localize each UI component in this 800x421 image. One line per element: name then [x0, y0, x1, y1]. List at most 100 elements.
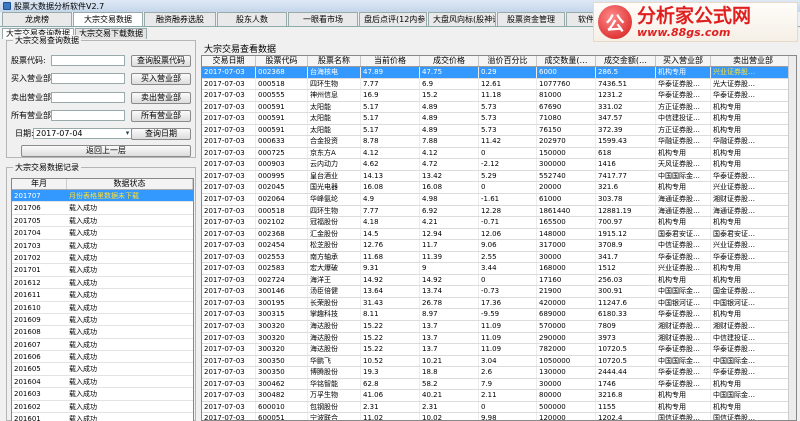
grid-cell-code: 300350: [256, 355, 308, 367]
log-row[interactable]: 201611 载入成功: [12, 289, 193, 302]
grid-cell-buy-dept: 湘财证券股…: [656, 321, 711, 332]
table-row[interactable]: 2017-07-03 002553 南方轴承 11.68 11.39 2.55 30000 3…: [202, 251, 796, 264]
grid-header-premium[interactable]: 溢价百分比: [479, 56, 537, 66]
grid-header-deal-price[interactable]: 成交价格: [420, 56, 479, 66]
grid-cell-sell-dept: 华泰证券股…: [711, 367, 796, 378]
tab-after-market[interactable]: 盘后点评(12内参): [359, 12, 427, 26]
table-row[interactable]: 2017-07-03 000591 太阳能 5.17 4.89 5.73 76150 372.…: [202, 124, 796, 137]
log-header-status[interactable]: 数据状态: [67, 179, 193, 189]
buy-input[interactable]: [51, 73, 125, 84]
table-row[interactable]: 2017-07-03 300320 海达股份 15.22 13.7 11.09 290000…: [202, 332, 796, 345]
grid-header-date[interactable]: 交易日期: [202, 56, 256, 66]
code-label: 股票代码:: [11, 56, 46, 65]
log-row[interactable]: 201702 载入成功: [12, 252, 193, 265]
code-input[interactable]: [51, 55, 125, 66]
log-row[interactable]: 201707 月份表格里数据未下载: [12, 190, 193, 203]
table-row[interactable]: 2017-07-03 300146 汤臣倍健 13.64 13.74 -0.73 21900…: [202, 286, 796, 298]
back-button[interactable]: 返回上一层: [21, 145, 191, 157]
grid-header-amount[interactable]: 成交金额(…: [596, 56, 656, 66]
table-row[interactable]: 2017-07-03 000518 四环生物 7.77 6.9 12.61 1077760 7…: [202, 78, 796, 91]
log-row[interactable]: 201703 载入成功: [12, 240, 193, 252]
log-row[interactable]: 201612 载入成功: [12, 277, 193, 290]
table-row[interactable]: 2017-07-03 300462 华铭智能 62.8 58.2 7.9 30000 1746…: [202, 378, 796, 391]
log-row[interactable]: 201705 载入成功: [12, 215, 193, 228]
date-picker[interactable]: 2017-07-04 ▾: [33, 128, 133, 139]
all-dept-button[interactable]: 所有营业部: [131, 110, 191, 122]
grid-cell-sell-dept: 兴业证券股…: [711, 240, 796, 251]
date-label: 日期:: [15, 129, 34, 138]
grid-header-buy-dept[interactable]: 买入营业部: [656, 56, 711, 66]
table-row[interactable]: 2017-07-03 000591 太阳能 5.17 4.89 5.73 71080 347.…: [202, 113, 796, 125]
buy-dept-button[interactable]: 买入营业部: [131, 73, 191, 85]
sell-dept-button[interactable]: 卖出营业部: [131, 92, 191, 104]
grid-header-current-price[interactable]: 当前价格: [361, 56, 420, 66]
tab-market-overview[interactable]: 一眼看市场: [288, 12, 358, 26]
table-row[interactable]: 2017-07-03 000725 京东方A 4.12 4.12 0 150000 618 机构…: [202, 147, 796, 160]
grid-cell-premium: 0: [479, 274, 537, 286]
table-row[interactable]: 2017-07-03 300482 万孚生物 41.06 40.21 2.11 80000 3…: [202, 390, 796, 402]
log-row[interactable]: 201602 载入成功: [12, 401, 193, 414]
table-row[interactable]: 2017-07-03 300195 长荣股份 31.43 26.78 17.36 42000…: [202, 297, 796, 310]
table-row[interactable]: 2017-07-03 000995 皇台酒业 14.13 13.42 5.29 552740…: [202, 170, 796, 183]
query-date-button[interactable]: 查询日期: [131, 128, 191, 140]
table-row[interactable]: 2017-07-03 000633 合金投资 8.78 7.88 11.42 202970 1…: [202, 136, 796, 148]
grid-cell-amount: 10720.5: [596, 344, 656, 355]
log-row[interactable]: 201604 载入成功: [12, 376, 193, 389]
log-row[interactable]: 201606 载入成功: [12, 351, 193, 364]
table-row[interactable]: 2017-07-03 300320 海达股份 15.22 13.7 11.09 570000…: [202, 321, 796, 333]
table-row[interactable]: 2017-07-03 002064 华峰氨纶 4.9 4.98 -1.61 61000 303…: [202, 194, 796, 206]
tab-shareholders[interactable]: 股东人数: [217, 12, 287, 26]
query-code-button[interactable]: 查询股票代码: [131, 55, 191, 67]
grid-header-code[interactable]: 股票代码: [256, 56, 308, 66]
grid-header-volume[interactable]: 成交数量(…: [537, 56, 596, 66]
log-row[interactable]: 201610 载入成功: [12, 302, 193, 314]
tab-block-trade[interactable]: 大宗交易数据: [73, 12, 143, 26]
log-row[interactable]: 201608 载入成功: [12, 326, 193, 339]
grid-cell-sell-dept: 机构专用: [711, 113, 796, 124]
tab-margin-trading[interactable]: 融资融券选股: [144, 12, 216, 26]
table-row[interactable]: 2017-07-03 300320 海达股份 15.22 13.7 11.09 782000…: [202, 344, 796, 356]
window-title: 股票大数据分析软件V2.7: [14, 1, 105, 11]
table-row[interactable]: 2017-07-03 002368 台海核电 47.89 47.75 0.29 6000 28…: [202, 67, 796, 79]
table-row[interactable]: 2017-07-03 600010 包钢股份 2.31 2.31 0 500000 1155 机…: [202, 401, 796, 414]
table-row[interactable]: 2017-07-03 000903 云内动力 4.62 4.72 -2.12 300000 1…: [202, 159, 796, 171]
log-row[interactable]: 201704 载入成功: [12, 227, 193, 240]
table-row[interactable]: 2017-07-03 000591 太阳能 5.17 4.89 5.73 67690 331.…: [202, 101, 796, 114]
grid-cell-current-price: 4.18: [361, 217, 420, 228]
table-row[interactable]: 2017-07-03 002368 汇金股份 14.5 12.94 12.06 148000…: [202, 228, 796, 241]
log-row[interactable]: 201603 载入成功: [12, 388, 193, 401]
log-row[interactable]: 201601 载入成功: [12, 413, 193, 421]
log-cell-status: 载入成功: [69, 315, 97, 324]
sell-input[interactable]: [51, 92, 125, 103]
tab-market-wind[interactable]: 大盘风向标(股神论坛): [428, 12, 496, 26]
tab-longhubang[interactable]: 龙虎榜: [2, 12, 72, 26]
all-input[interactable]: [51, 110, 125, 121]
table-row[interactable]: 2017-07-03 600051 宁波联合 11.02 10.02 9.98 120000…: [202, 413, 796, 420]
table-row[interactable]: 2017-07-03 002583 宏大爆破 9.31 9 3.44 168000 1512 兴…: [202, 263, 796, 275]
table-row[interactable]: 2017-07-03 002102 冠福股份 4.18 4.21 -0.71 165500 7…: [202, 217, 796, 229]
log-row[interactable]: 201607 载入成功: [12, 339, 193, 352]
table-row[interactable]: 2017-07-03 300350 博腾股份 19.3 18.8 2.6 130000 244…: [202, 367, 796, 379]
log-row[interactable]: 201605 载入成功: [12, 363, 193, 376]
table-row[interactable]: 2017-07-03 002045 国光电器 16.08 16.08 0 20000 321.…: [202, 182, 796, 195]
grid-cell-amount: 331.02: [596, 101, 656, 113]
grid-scrollbar[interactable]: [788, 56, 796, 420]
log-row[interactable]: 201701 载入成功: [12, 264, 193, 277]
grid-cell-code: 000518: [256, 205, 308, 217]
table-row[interactable]: 2017-07-03 002454 松芝股份 12.76 11.7 9.06 317000 3…: [202, 240, 796, 252]
table-row[interactable]: 2017-07-03 000518 四环生物 7.77 6.92 12.28 1861440…: [202, 205, 796, 218]
log-header-month[interactable]: 年月: [12, 179, 67, 189]
grid-header-name[interactable]: 股票名称: [308, 56, 361, 66]
grid-header-sell-dept[interactable]: 卖出营业部: [711, 56, 796, 66]
log-cell-status: 载入成功: [69, 241, 97, 250]
table-row[interactable]: 2017-07-03 002724 海洋王 14.92 14.92 0 17160 256.0…: [202, 274, 796, 287]
subtab-download-data[interactable]: 大宗交易下载数据: [75, 28, 147, 39]
log-row[interactable]: 201706 载入成功: [12, 202, 193, 215]
log-row[interactable]: 201609 载入成功: [12, 314, 193, 327]
grid-cell-date: 2017-07-03: [202, 297, 256, 309]
table-row[interactable]: 2017-07-03 300315 掌趣科技 8.11 8.97 -9.59 689000 6…: [202, 309, 796, 322]
tab-fund-management[interactable]: 股票资金管理: [497, 12, 565, 26]
log-cell-month: 201701: [14, 266, 41, 275]
table-row[interactable]: 2017-07-03 300350 华鹏飞 10.52 10.21 3.04 1050000…: [202, 355, 796, 368]
table-row[interactable]: 2017-07-03 000555 神州信息 16.9 15.2 11.18 81000 12…: [202, 90, 796, 102]
